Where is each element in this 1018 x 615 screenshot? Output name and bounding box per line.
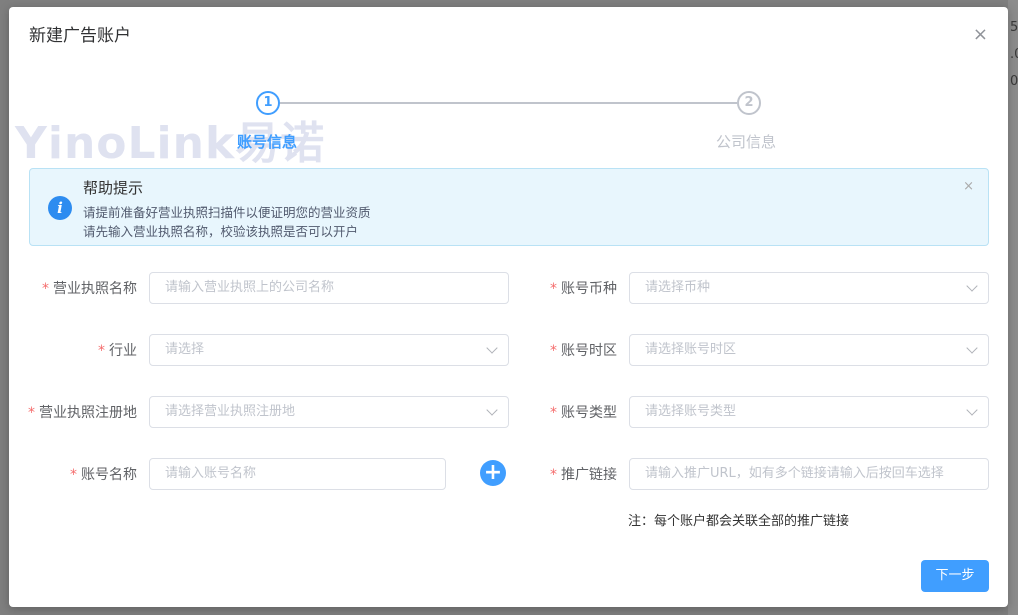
- chevron-down-icon: [486, 404, 498, 416]
- field-label-text: 营业执照名称: [53, 281, 137, 297]
- background-text: 5: [1010, 20, 1018, 35]
- promotion-link-input[interactable]: 请输入推广URL，如有多个链接请输入后按回车选择: [629, 458, 989, 490]
- background-text: 0: [1010, 74, 1018, 89]
- field-label-text: 账号币种: [561, 281, 617, 297]
- account-timezone-select[interactable]: 请选择账号时区: [629, 334, 989, 366]
- chevron-down-icon: [966, 404, 978, 416]
- promotion-link-note: 注：每个账户都会关联全部的推广链接: [628, 514, 850, 529]
- required-mark: *: [70, 467, 77, 483]
- select-placeholder: 请选择账号时区: [645, 342, 737, 357]
- steps: 1 2 账号信息 公司信息: [9, 91, 1008, 151]
- label-account-type: * 账号类型: [550, 402, 617, 422]
- alert-line: 请提前准备好营业执照扫描件以便证明您的营业资质: [83, 205, 371, 220]
- field-label-text: 推广链接: [561, 467, 617, 483]
- info-icon: i: [48, 196, 72, 220]
- select-placeholder: 请选择营业执照注册地: [165, 404, 296, 419]
- chevron-down-icon: [966, 280, 978, 292]
- chevron-down-icon: [486, 342, 498, 354]
- required-mark: *: [550, 405, 557, 421]
- required-mark: *: [550, 343, 557, 359]
- background-text: .0: [1010, 47, 1018, 62]
- close-icon[interactable]: ×: [973, 26, 988, 44]
- label-license-registration-place: * 营业执照注册地: [28, 402, 137, 422]
- account-name-input[interactable]: 请输入账号名称: [149, 458, 446, 490]
- label-industry: * 行业: [98, 340, 137, 360]
- step-1-number: 1: [256, 91, 280, 115]
- input-placeholder: 请输入账号名称: [165, 466, 257, 481]
- alert-close-icon[interactable]: ×: [963, 179, 974, 194]
- field-label-text: 账号时区: [561, 343, 617, 359]
- select-placeholder: 请选择: [165, 342, 205, 357]
- input-placeholder: 请输入推广URL，如有多个链接请输入后按回车选择: [645, 466, 944, 481]
- field-label-text: 行业: [109, 343, 137, 359]
- input-placeholder: 请输入营业执照上的公司名称: [165, 280, 335, 295]
- required-mark: *: [28, 405, 35, 421]
- alert-line: 请先输入营业执照名称，校验该执照是否可以开户: [83, 224, 359, 239]
- dialog-title: 新建广告账户: [29, 26, 131, 46]
- account-type-select[interactable]: 请选择账号类型: [629, 396, 989, 428]
- required-mark: *: [550, 281, 557, 297]
- step-connector: [280, 102, 737, 104]
- field-label-text: 账号类型: [561, 405, 617, 421]
- add-account-name-button[interactable]: +: [480, 460, 506, 486]
- step-2-label: 公司信息: [716, 133, 777, 151]
- license-registration-place-select[interactable]: 请选择营业执照注册地: [149, 396, 509, 428]
- field-label-text: 账号名称: [81, 467, 137, 483]
- help-alert: i 帮助提示 请提前准备好营业执照扫描件以便证明您的营业资质 请先输入营业执照名…: [29, 168, 989, 246]
- new-ad-account-dialog: 新建广告账户 × YinoLink易诺 1 2 账号信息 公司信息 i 帮助提示…: [9, 7, 1008, 607]
- chevron-down-icon: [966, 342, 978, 354]
- select-placeholder: 请选择账号类型: [645, 404, 737, 419]
- label-promotion-link: * 推广链接: [550, 464, 617, 484]
- label-account-currency: * 账号币种: [550, 278, 617, 298]
- label-account-name: * 账号名称: [70, 464, 137, 484]
- industry-select[interactable]: 请选择: [149, 334, 509, 366]
- account-currency-select[interactable]: 请选择币种: [629, 272, 989, 304]
- business-license-name-input[interactable]: 请输入营业执照上的公司名称: [149, 272, 509, 304]
- required-mark: *: [98, 343, 105, 359]
- background-page-strip: [1008, 0, 1018, 615]
- required-mark: *: [42, 281, 49, 297]
- step-2-number: 2: [737, 91, 761, 115]
- next-step-button[interactable]: 下一步: [921, 560, 989, 592]
- alert-title: 帮助提示: [83, 179, 144, 197]
- field-label-text: 营业执照注册地: [39, 405, 137, 421]
- label-account-timezone: * 账号时区: [550, 340, 617, 360]
- label-business-license-name: * 营业执照名称: [42, 278, 137, 298]
- select-placeholder: 请选择币种: [645, 280, 711, 295]
- required-mark: *: [550, 467, 557, 483]
- step-1-label: 账号信息: [237, 133, 298, 151]
